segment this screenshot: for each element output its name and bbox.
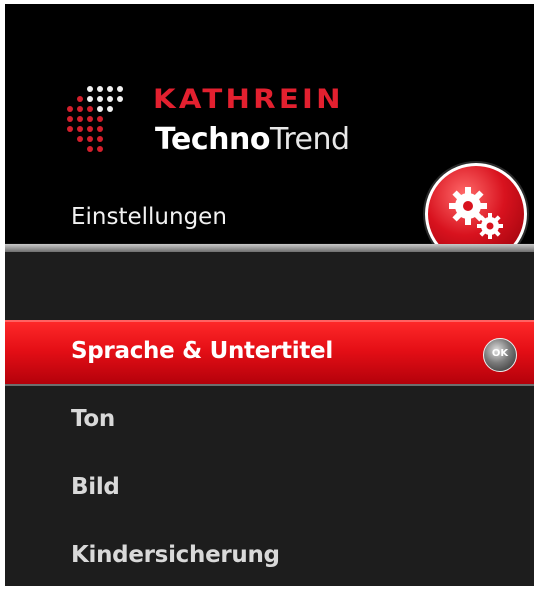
menu-item-sprache-untertitel[interactable]: Sprache & Untertitel OK <box>5 320 534 386</box>
brand-name-bold: Techno <box>155 122 270 157</box>
logo-dot <box>67 106 73 112</box>
menu-item-label: Ton <box>71 406 115 432</box>
ok-button-icon: OK <box>483 338 517 372</box>
logo-dot <box>77 106 83 112</box>
page-title: Einstellungen <box>71 204 227 230</box>
logo-dot <box>107 106 113 112</box>
menu-item-ton[interactable]: Ton <box>5 388 534 454</box>
header: KATHREIN TechnoTrend Einstellungen <box>5 4 534 265</box>
header-divider <box>5 244 534 252</box>
logo-dot <box>107 86 113 92</box>
brand-name-top: KATHREIN <box>153 84 344 115</box>
brand-name-bottom: TechnoTrend <box>155 122 350 157</box>
logo-dot <box>107 96 113 102</box>
logo-dot <box>97 116 103 122</box>
logo-dot <box>87 86 93 92</box>
logo-dot <box>77 126 83 132</box>
logo-dot <box>87 116 93 122</box>
logo-dot <box>97 96 103 102</box>
logo-dot <box>97 106 103 112</box>
logo-dot <box>77 96 83 102</box>
logo-dot <box>87 96 93 102</box>
logo-dot <box>87 126 93 132</box>
logo-dot <box>117 86 123 92</box>
tv-settings-screen: KATHREIN TechnoTrend Einstellungen Sprac… <box>5 4 534 586</box>
menu-item-empty <box>5 252 534 318</box>
menu-item-label: Sprache & Untertitel <box>71 338 333 364</box>
logo-dot <box>97 126 103 132</box>
brand-name-light: Trend <box>269 122 350 157</box>
logo-dot <box>97 86 103 92</box>
dot-grid-logo-icon <box>67 86 133 156</box>
logo-dot <box>87 106 93 112</box>
logo-dot <box>77 116 83 122</box>
menu-item-label: Bild <box>71 474 120 500</box>
ok-icon-text: OK <box>491 348 509 359</box>
logo-dot <box>77 136 83 142</box>
logo-dot <box>97 136 103 142</box>
logo-dot <box>87 146 93 152</box>
menu-item-bild[interactable]: Bild <box>5 456 534 522</box>
logo-dot <box>117 96 123 102</box>
brand-logo: KATHREIN TechnoTrend <box>67 82 417 162</box>
logo-dot <box>97 146 103 152</box>
menu-item-label: Kindersicherung <box>71 542 280 568</box>
logo-dot <box>67 126 73 132</box>
settings-menu: Sprache & Untertitel OK Ton Bild Kinders… <box>5 252 534 586</box>
logo-dot <box>67 116 73 122</box>
menu-item-kindersicherung[interactable]: Kindersicherung <box>5 524 534 586</box>
logo-dot <box>87 136 93 142</box>
